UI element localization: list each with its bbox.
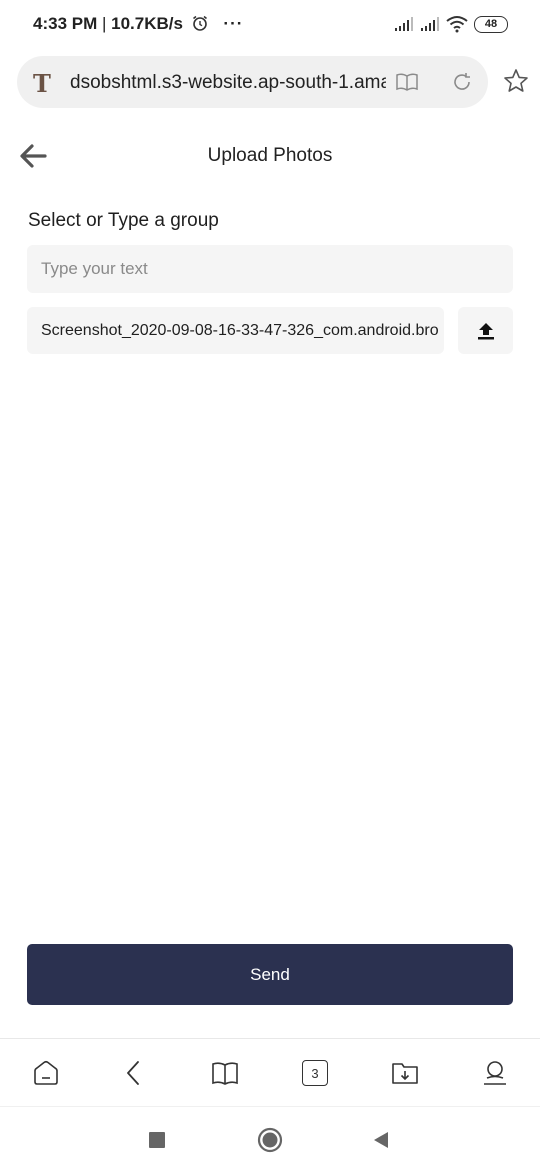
system-back-button[interactable] [366,1125,396,1155]
alarm-icon [192,15,207,31]
site-favicon-icon: T [33,69,51,98]
profile-button[interactable] [480,1058,510,1088]
page-title: Upload Photos [207,145,333,166]
group-label: Select or Type a group [28,210,219,231]
triangle-back-icon [374,1132,388,1148]
bookmark-star-icon[interactable] [503,68,529,94]
square-icon [149,1132,165,1148]
network-speed: 10.7KB/s [111,14,183,33]
selected-file-name[interactable]: Screenshot_2020-09-08-16-33-47-326_com.a… [27,307,444,354]
browser-toolbar: 3 [0,1038,540,1106]
circle-icon [257,1127,283,1153]
home-icon [34,1060,58,1085]
screen: 4:33 PM | 10.7KB/s ··· 48 T dsobshtml.s3… [0,0,540,1170]
download-folder-icon [392,1063,418,1084]
downloads-button[interactable] [390,1058,420,1088]
status-bar: 4:33 PM | 10.7KB/s ··· 48 [0,0,540,48]
profile-icon [484,1061,506,1085]
reader-mode-icon[interactable] [395,70,419,94]
status-time: 4:33 PM [33,14,98,33]
send-button[interactable]: Send [27,944,513,1005]
tab-count-badge: 3 [302,1060,328,1086]
chevron-left-icon [127,1061,139,1085]
upload-icon [477,322,494,339]
tabs-button[interactable]: 3 [300,1058,330,1088]
wifi-icon [446,16,468,33]
signal-icon-2 [421,17,439,31]
browser-back-button[interactable] [119,1058,149,1088]
book-icon [212,1062,238,1085]
system-home-button[interactable] [255,1125,285,1155]
status-right: 48 [394,14,508,34]
reload-icon[interactable] [450,70,474,94]
system-nav-bar [0,1106,540,1170]
battery-icon: 48 [474,15,508,33]
status-separator: | [97,14,112,33]
upload-button[interactable] [458,307,513,354]
home-button[interactable] [31,1058,61,1088]
signal-icon-1 [395,17,413,31]
status-left: 4:33 PM | 10.7KB/s ··· [33,14,243,34]
address-bar[interactable]: T dsobshtml.s3-website.ap-south-1.amazon… [17,56,488,108]
more-dots-icon: ··· [223,14,244,33]
recents-button[interactable] [142,1125,172,1155]
url-text[interactable]: dsobshtml.s3-website.ap-south-1.amazonaw… [70,72,386,94]
group-input[interactable] [27,245,513,293]
bookmarks-button[interactable] [210,1058,240,1088]
